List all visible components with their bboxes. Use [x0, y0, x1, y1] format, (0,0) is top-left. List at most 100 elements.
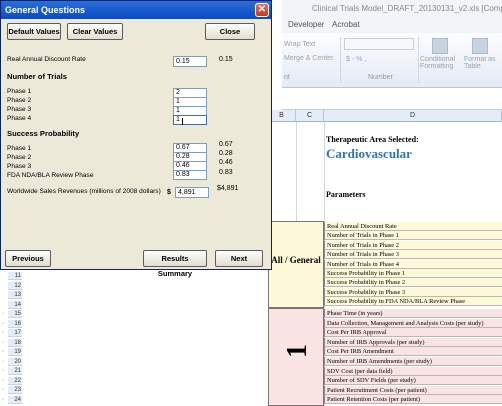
- wrap-text-button[interactable]: Wrap Text: [284, 41, 315, 48]
- clear-values-button[interactable]: Clear Values: [67, 23, 123, 40]
- conditional-formatting-button[interactable]: Conditional Formatting: [420, 56, 464, 70]
- row-header[interactable]: 22: [8, 376, 22, 385]
- row-header[interactable]: 20: [8, 357, 22, 366]
- row-header[interactable]: 11: [8, 272, 22, 281]
- general-parameter-row[interactable]: Success Probability in Phase 2: [324, 278, 502, 288]
- outline-dot: ·: [2, 338, 5, 346]
- row-header[interactable]: 16: [8, 319, 22, 328]
- dialog-title-bar[interactable]: General Questions ✕: [1, 1, 271, 19]
- text-cursor: [182, 118, 183, 125]
- outline-dot: ·: [2, 329, 5, 336]
- trials-heading: Number of Trials: [7, 72, 67, 81]
- outline-dot: ·: [2, 395, 5, 403]
- success-phase-3-current: 0.46: [219, 159, 233, 166]
- success-fda-label: FDA NDA/BLA Review Phase: [7, 172, 94, 179]
- general-parameter-row[interactable]: Success Probability in FDA NDA/BLA Revie…: [324, 297, 502, 307]
- phase-parameter-row[interactable]: Data Collection, Management and Analysis…: [324, 318, 502, 328]
- merge-center-button[interactable]: Merge & Center: [284, 55, 333, 62]
- trials-phase-4-label: Phase 4: [7, 115, 32, 122]
- therapeutic-area-value[interactable]: Cardiovascular: [326, 146, 412, 162]
- trials-phase-1-label: Phase 1: [7, 88, 32, 95]
- ribbon-separator: [340, 37, 341, 83]
- success-fda-input[interactable]: 0.83: [173, 170, 207, 180]
- row-header[interactable]: 13: [8, 291, 22, 300]
- close-button[interactable]: Close: [205, 23, 255, 40]
- phase-parameter-row[interactable]: Number of IRB Approvals (per study): [324, 337, 502, 347]
- row-header[interactable]: 21: [8, 367, 22, 376]
- results-summary-button[interactable]: Results Summary: [143, 250, 207, 278]
- row-header[interactable]: 12: [8, 281, 22, 290]
- phase-parameter-row[interactable]: Number of SDV Fields (per study): [324, 376, 502, 386]
- phase-number-label: 1: [282, 344, 313, 358]
- trials-phase-3-label: Phase 3: [7, 106, 32, 113]
- success-phase-2-label: Phase 2: [7, 154, 32, 161]
- phase-parameter-row[interactable]: Phase Time (in years): [324, 309, 502, 318]
- ribbon-separator: [418, 37, 419, 83]
- trials-phase-4-input[interactable]: 1: [173, 115, 207, 125]
- revenue-current: $4,891: [217, 185, 239, 192]
- general-parameter-row[interactable]: Number of Trials in Phase 2: [324, 240, 502, 250]
- outline-dot: ·: [2, 348, 5, 355]
- formula-bar[interactable]: [282, 88, 502, 110]
- row-header[interactable]: 18: [8, 338, 22, 347]
- close-icon[interactable]: ✕: [255, 3, 269, 17]
- success-phase-1-current: 0.67: [219, 141, 233, 148]
- number-group-label: Number: [368, 74, 393, 81]
- row-header[interactable]: 17: [8, 329, 22, 338]
- currency-symbol: $: [167, 189, 171, 196]
- row-header[interactable]: 24: [8, 395, 22, 404]
- tab-acrobat[interactable]: Acrobat: [332, 20, 360, 29]
- phase-parameter-row[interactable]: Patient Retention Costs (per patient): [324, 395, 502, 405]
- general-parameter-row[interactable]: Number of Trials in Phase 3: [324, 250, 502, 260]
- discount-rate-input[interactable]: 0.15: [173, 56, 207, 67]
- general-parameter-row[interactable]: Number of Trials in Phase 1: [324, 231, 502, 241]
- default-values-button[interactable]: Default Values: [7, 23, 61, 40]
- phase-parameter-row[interactable]: SDV Cost (per data field): [324, 366, 502, 376]
- alignment-group-label: nt: [284, 74, 290, 81]
- success-phase-2-current: 0.28: [219, 150, 233, 157]
- trials-phase-4-value: 1: [176, 116, 180, 123]
- row-header[interactable]: 23: [8, 386, 22, 395]
- number-format-dropdown[interactable]: [344, 38, 414, 50]
- conditional-formatting-icon[interactable]: [432, 38, 448, 54]
- column-header-d[interactable]: D: [324, 110, 502, 122]
- phase-parameter-row[interactable]: Cost Per IRB Amendment: [324, 347, 502, 357]
- outline-dot: ·: [2, 319, 5, 327]
- phase-parameter-row[interactable]: Cost Per IRB Approval: [324, 328, 502, 338]
- row-header[interactable]: 15: [8, 310, 22, 319]
- number-format-buttons[interactable]: $ - % ,: [346, 56, 366, 63]
- phase-parameter-row[interactable]: Patient Recruitment Costs (per patient): [324, 385, 502, 395]
- next-button[interactable]: Next: [215, 250, 263, 267]
- revenue-input[interactable]: 4,891: [175, 187, 209, 198]
- revenue-label: Worldwide Sales Revenues (millions of 20…: [7, 188, 161, 195]
- row-header[interactable]: 19: [8, 348, 22, 357]
- format-as-table-button[interactable]: Format as Table: [464, 56, 502, 70]
- success-phase-1-label: Phase 1: [7, 145, 32, 152]
- outline-dot: ·: [2, 367, 5, 374]
- general-parameter-row[interactable]: Real Annual Discount Rate: [324, 222, 502, 231]
- general-questions-dialog: General Questions ✕ Default Values Clear…: [0, 0, 272, 278]
- therapeutic-area-label: Therapeutic Area Selected:: [326, 135, 419, 144]
- general-parameter-row[interactable]: Success Probability in Phase 1: [324, 269, 502, 278]
- outline-dot: ·: [2, 386, 5, 393]
- phase-parameter-row[interactable]: Number of IRB Amendments (per study): [324, 357, 502, 366]
- ribbon: Wrap Text Merge & Center nt $ - % , Numb…: [282, 33, 502, 88]
- success-fda-current: 0.83: [219, 169, 233, 176]
- outline-dot: ·: [2, 310, 5, 317]
- format-as-table-icon[interactable]: [472, 38, 488, 54]
- dialog-title: General Questions: [5, 5, 86, 15]
- general-parameter-row[interactable]: Number of Trials in Phase 4: [324, 259, 502, 269]
- all-general-label: All / General: [271, 255, 321, 265]
- row-header[interactable]: 14: [8, 300, 22, 309]
- success-heading: Success Probability: [7, 129, 80, 138]
- row-headers: 11 12 13 14 15 · 16 · 17 · 18 · 19 · 20 · 21 · 22 · 23 · 24 ·: [0, 264, 22, 406]
- trials-phase-2-label: Phase 2: [7, 97, 32, 104]
- column-header-c[interactable]: C: [296, 110, 324, 122]
- general-parameter-row[interactable]: Success Probability in Phase 3: [324, 287, 502, 297]
- previous-button[interactable]: Previous: [5, 250, 51, 267]
- outline-dot: ·: [2, 357, 5, 365]
- column-header-b[interactable]: B: [268, 110, 296, 122]
- tab-developer[interactable]: Developer: [288, 20, 324, 29]
- outline-dot: ·: [2, 376, 5, 384]
- excel-title: Clinical Trials Model_DRAFT_20130131_v2.…: [312, 4, 502, 13]
